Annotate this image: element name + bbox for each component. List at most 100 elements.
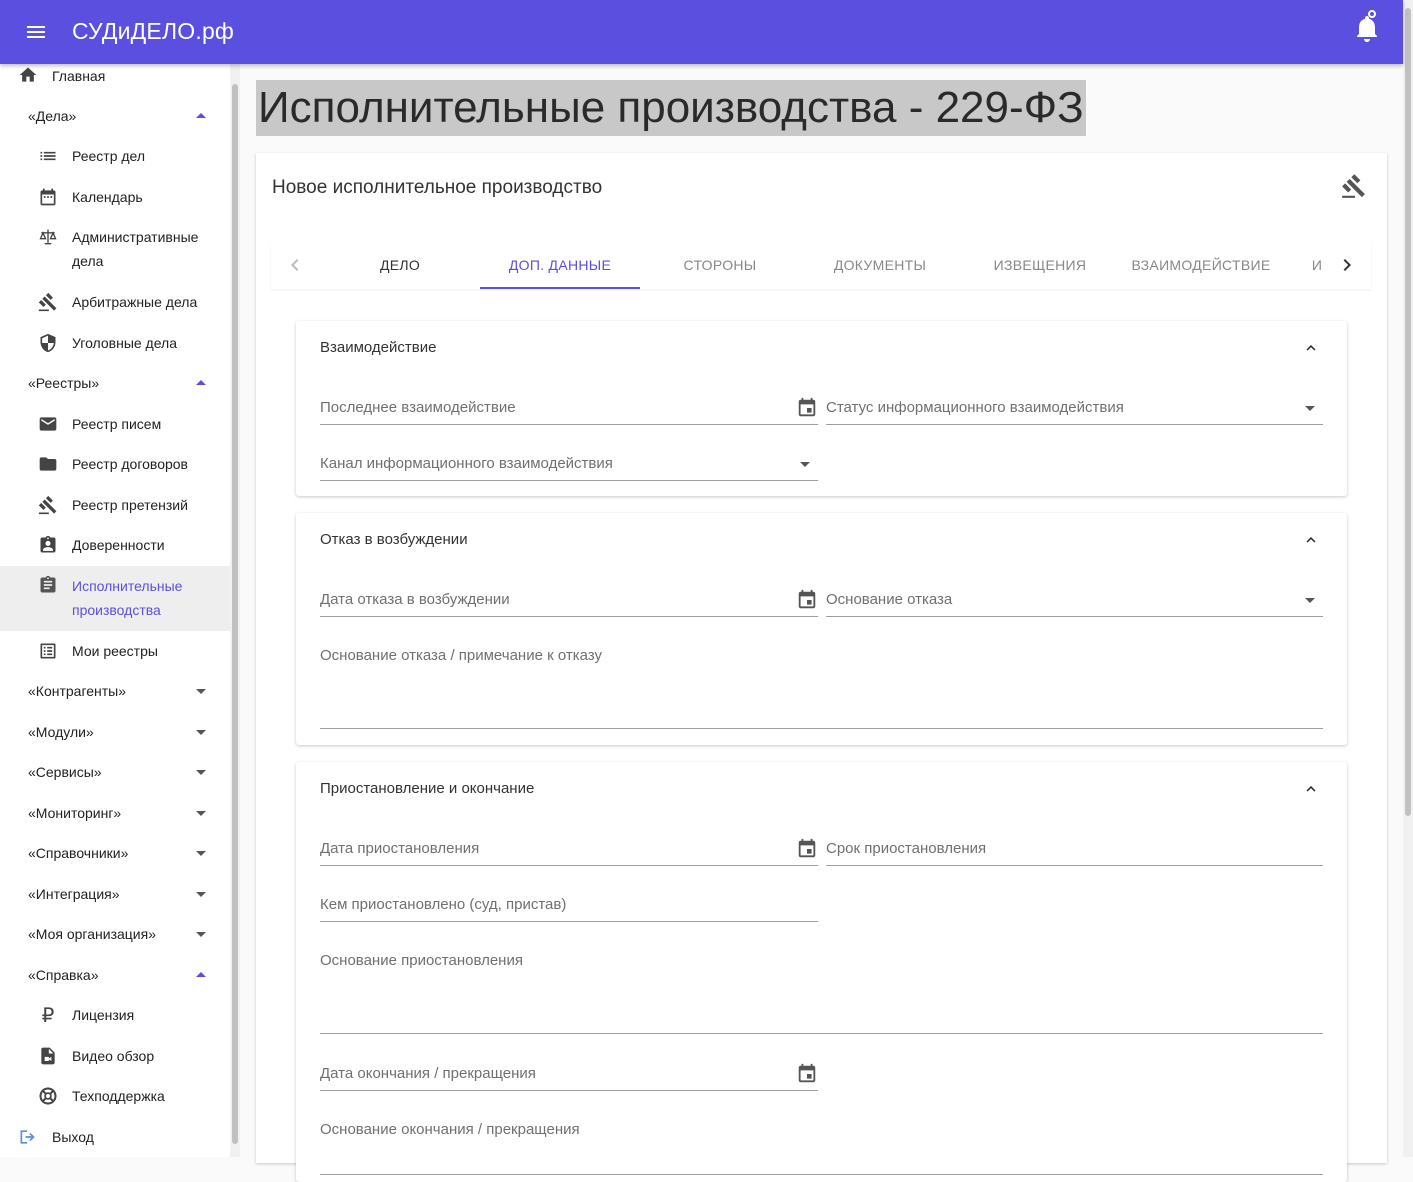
field-placeholder: Основание отказа — [826, 591, 953, 608]
sidebar-section-registries[interactable]: «Реестры» — [0, 371, 230, 395]
notifications-bell-icon[interactable] — [1354, 8, 1382, 44]
sidebar-scrollbar[interactable] — [230, 64, 240, 1157]
sidebar-item-letters[interactable]: Реестр писем — [0, 412, 230, 436]
sidebar-item-enforcement[interactable]: Исполнительные производства — [0, 566, 230, 631]
tab-notices[interactable]: Извещения — [960, 241, 1120, 289]
shield-icon — [37, 332, 59, 354]
chevron-up-icon — [196, 113, 206, 118]
sidebar-item-my-registries[interactable]: Мои реестры — [0, 639, 230, 663]
sidebar-item-label: Административные дела — [72, 229, 199, 269]
home-icon — [17, 64, 39, 86]
sidebar-section-help[interactable]: «Справка» — [0, 963, 230, 987]
dropdown-arrow-icon[interactable] — [1305, 406, 1315, 411]
chevron-right-icon[interactable] — [1335, 253, 1359, 277]
tab-more[interactable]: И — [1307, 241, 1327, 289]
refusal-reason-select[interactable]: Основание отказа — [826, 585, 1323, 617]
last-interaction-date-field[interactable]: Последнее взаимодействие — [320, 393, 818, 425]
page-scrollbar[interactable] — [1403, 0, 1413, 1157]
sidebar-item-label: Реестр дел — [72, 148, 146, 164]
chevron-down-icon — [196, 932, 206, 937]
section-label: «Справка» — [28, 967, 99, 983]
sidebar-section-counterparties[interactable]: «Контрагенты» — [0, 679, 230, 703]
app-brand[interactable]: СУДиДЕЛО.рф — [72, 18, 234, 45]
sidebar-section-services[interactable]: «Сервисы» — [0, 760, 230, 784]
sidebar: Главная «Дела» Реестр дел Календарь Адми… — [0, 64, 240, 1157]
info-status-select[interactable]: Статус информационного взаимодействия — [826, 393, 1323, 425]
tab-interaction[interactable]: Взаимодействие — [1120, 241, 1282, 289]
list-icon — [37, 145, 59, 167]
calendar-icon[interactable] — [796, 589, 818, 611]
end-date-field[interactable]: Дата окончания / прекращения — [320, 1059, 818, 1091]
chevron-up-icon — [196, 972, 206, 977]
tab-case[interactable]: Дело — [320, 241, 480, 289]
tab-parties[interactable]: Стороны — [640, 241, 800, 289]
mail-icon — [37, 413, 59, 435]
sidebar-item-arbitration[interactable]: Арбитражные дела — [0, 290, 230, 314]
assignment-ind-icon — [37, 534, 59, 556]
sidebar-item-label: Мои реестры — [72, 643, 158, 659]
sidebar-item-license[interactable]: ₽ Лицензия — [0, 1003, 230, 1027]
sidebar-item-logout[interactable]: Выход — [0, 1125, 230, 1149]
suspension-reason-textarea[interactable]: Основание приостановления — [320, 946, 1323, 1034]
sidebar-section-my-organization[interactable]: «Моя организация» — [0, 922, 230, 946]
chevron-left-icon[interactable] — [283, 253, 307, 277]
sidebar-item-calendar[interactable]: Календарь — [0, 185, 230, 209]
sidebar-item-case-registry[interactable]: Реестр дел — [0, 144, 230, 168]
menu-icon[interactable] — [24, 20, 48, 44]
sidebar-section-modules[interactable]: «Модули» — [0, 720, 230, 744]
panel-interaction: Взаимодействие Последнее взаимодействие … — [296, 321, 1347, 496]
sidebar-section-monitoring[interactable]: «Мониторинг» — [0, 801, 230, 825]
dropdown-arrow-icon[interactable] — [800, 462, 810, 467]
sidebar-item-label: Реестр претензий — [72, 497, 188, 513]
sidebar-section-cases[interactable]: «Дела» — [0, 104, 230, 128]
calendar-icon — [37, 186, 59, 208]
app-bar: СУДиДЕЛО.рф — [0, 0, 1403, 64]
refusal-date-field[interactable]: Дата отказа в возбуждении — [320, 585, 818, 617]
chevron-down-icon — [196, 851, 206, 856]
video-file-icon — [37, 1045, 59, 1067]
sidebar-item-home[interactable]: Главная — [0, 64, 230, 88]
suspension-term-field[interactable]: Срок приостановления — [826, 834, 1323, 866]
chevron-down-icon — [196, 689, 206, 694]
chevron-down-icon — [196, 811, 206, 816]
sidebar-item-criminal[interactable]: Уголовные дела — [0, 331, 230, 355]
sidebar-item-claims[interactable]: Реестр претензий — [0, 493, 230, 517]
sidebar-section-integration[interactable]: «Интеграция» — [0, 882, 230, 906]
suspension-date-field[interactable]: Дата приостановления — [320, 834, 818, 866]
calendar-icon[interactable] — [796, 397, 818, 419]
sidebar-item-video[interactable]: Видео обзор — [0, 1044, 230, 1068]
end-reason-textarea[interactable]: Основание окончания / прекращения — [320, 1115, 1323, 1175]
gavel-icon[interactable] — [1341, 173, 1367, 199]
field-placeholder: Статус информационного взаимодействия — [826, 399, 1124, 416]
sidebar-scrollbar-thumb[interactable] — [232, 84, 238, 1144]
chevron-up-icon[interactable] — [1302, 339, 1320, 357]
list-alt-icon — [37, 640, 59, 662]
field-placeholder: Кем приостановлено (суд, пристав) — [320, 896, 567, 913]
gavel-icon — [37, 291, 59, 313]
sidebar-item-contracts[interactable]: Реестр договоров — [0, 452, 230, 476]
refusal-note-textarea[interactable]: Основание отказа / примечание к отказу — [320, 641, 1323, 729]
sidebar-item-label: Календарь — [72, 189, 143, 205]
tab-extra-data[interactable]: Доп. данные — [480, 241, 640, 289]
chevron-up-icon[interactable] — [1302, 780, 1320, 798]
panel-suspension: Приостановление и окончание Дата приоста… — [296, 762, 1347, 1182]
enforcement-card: Новое исполнительное производство Дело Д… — [256, 153, 1387, 1182]
sidebar-section-directories[interactable]: «Справочники» — [0, 841, 230, 865]
sidebar-item-power-of-attorney[interactable]: Доверенности — [0, 533, 230, 557]
tab-documents[interactable]: Документы — [800, 241, 960, 289]
info-channel-select[interactable]: Канал информационного взаимодействия — [320, 449, 818, 481]
sidebar-item-support[interactable]: Техподдержка — [0, 1084, 230, 1108]
section-label: «Интеграция» — [28, 886, 120, 902]
gavel-icon — [37, 494, 59, 516]
calendar-icon[interactable] — [796, 838, 818, 860]
chevron-up-icon — [196, 380, 206, 385]
calendar-icon[interactable] — [796, 1063, 818, 1085]
sidebar-item-label: Лицензия — [72, 1007, 135, 1023]
page-scrollbar-thumb[interactable] — [1405, 8, 1411, 816]
chevron-up-icon[interactable] — [1302, 531, 1320, 549]
sidebar-item-label: Видео обзор — [72, 1048, 155, 1064]
suspended-by-field[interactable]: Кем приостановлено (суд, пристав) — [320, 890, 818, 922]
sidebar-item-admin-cases[interactable]: Административные дела — [0, 225, 230, 275]
dropdown-arrow-icon[interactable] — [1305, 598, 1315, 603]
field-placeholder: Дата окончания / прекращения — [320, 1065, 536, 1082]
